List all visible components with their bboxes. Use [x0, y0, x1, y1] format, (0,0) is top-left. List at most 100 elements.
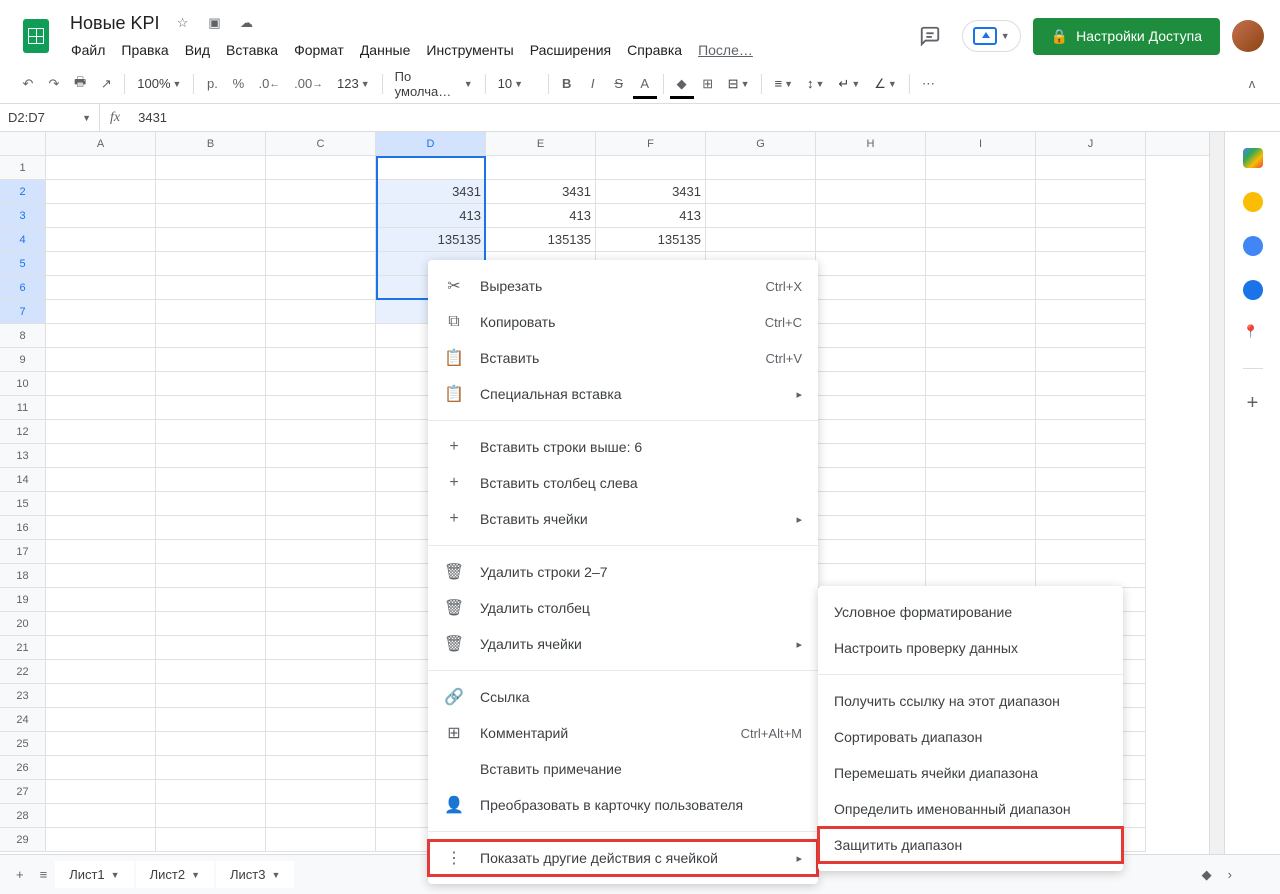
cell-J13[interactable] — [1036, 444, 1146, 468]
cell-C26[interactable] — [266, 756, 376, 780]
cell-C9[interactable] — [266, 348, 376, 372]
menu-инструменты[interactable]: Инструменты — [419, 38, 520, 62]
cell-C11[interactable] — [266, 396, 376, 420]
cell-A19[interactable] — [46, 588, 156, 612]
sheet-tab-3[interactable]: Лист3▼ — [216, 861, 294, 888]
cell-H17[interactable] — [816, 540, 926, 564]
cell-H2[interactable] — [816, 180, 926, 204]
vertical-scrollbar[interactable] — [1209, 132, 1224, 854]
cell-C7[interactable] — [266, 300, 376, 324]
submenu-item[interactable]: Условное форматирование — [818, 594, 1123, 630]
cell-H8[interactable] — [816, 324, 926, 348]
cell-B23[interactable] — [156, 684, 266, 708]
cell-B26[interactable] — [156, 756, 266, 780]
cell-B17[interactable] — [156, 540, 266, 564]
cell-A26[interactable] — [46, 756, 156, 780]
menu-вставка[interactable]: Вставка — [219, 38, 285, 62]
rotate-dropdown[interactable]: ∠▼ — [868, 72, 903, 96]
cell-A25[interactable] — [46, 732, 156, 756]
row-header-20[interactable]: 20 — [0, 612, 46, 636]
cell-J6[interactable] — [1036, 276, 1146, 300]
cell-J8[interactable] — [1036, 324, 1146, 348]
cell-C28[interactable] — [266, 804, 376, 828]
paint-format-button[interactable]: ↗ — [94, 71, 118, 97]
cell-C13[interactable] — [266, 444, 376, 468]
cell-B7[interactable] — [156, 300, 266, 324]
submenu-item[interactable]: Сортировать диапазон — [818, 719, 1123, 755]
cloud-icon[interactable]: ☁ — [238, 14, 256, 32]
cell-B1[interactable] — [156, 156, 266, 180]
print-button[interactable]: 🖶 — [68, 71, 92, 97]
cell-J9[interactable] — [1036, 348, 1146, 372]
cell-A23[interactable] — [46, 684, 156, 708]
cell-I10[interactable] — [926, 372, 1036, 396]
number-format-dropdown[interactable]: 123▼ — [331, 72, 376, 95]
menu-item[interactable]: ⋮Показать другие действия с ячейкой▸ — [428, 840, 818, 876]
cell-G1[interactable] — [706, 156, 816, 180]
menu-item[interactable]: +Вставить столбец слева — [428, 465, 818, 501]
cell-B29[interactable] — [156, 828, 266, 852]
col-header-C[interactable]: C — [266, 132, 376, 155]
cell-I18[interactable] — [926, 564, 1036, 588]
calendar-icon[interactable] — [1243, 148, 1263, 168]
cell-C3[interactable] — [266, 204, 376, 228]
cell-A13[interactable] — [46, 444, 156, 468]
col-header-J[interactable]: J — [1036, 132, 1146, 155]
cell-C6[interactable] — [266, 276, 376, 300]
cell-B13[interactable] — [156, 444, 266, 468]
cell-B18[interactable] — [156, 564, 266, 588]
menu-item[interactable]: ✂ВырезатьCtrl+X — [428, 268, 818, 304]
cell-B8[interactable] — [156, 324, 266, 348]
cell-C21[interactable] — [266, 636, 376, 660]
menu-item[interactable]: 🗑Удалить строки 2–7 — [428, 554, 818, 590]
row-header-17[interactable]: 17 — [0, 540, 46, 564]
borders-button[interactable]: ⊞ — [696, 71, 720, 97]
menu-расширения[interactable]: Расширения — [523, 38, 618, 62]
cell-J4[interactable] — [1036, 228, 1146, 252]
cell-B19[interactable] — [156, 588, 266, 612]
add-addon-icon[interactable]: + — [1243, 393, 1263, 413]
cell-D1[interactable] — [376, 156, 486, 180]
cell-E2[interactable]: 3431 — [486, 180, 596, 204]
cell-B24[interactable] — [156, 708, 266, 732]
menu-item[interactable]: 🗑Удалить ячейки▸ — [428, 626, 818, 662]
cell-A14[interactable] — [46, 468, 156, 492]
merge-dropdown[interactable]: ⊟▼ — [722, 72, 756, 96]
wrap-dropdown[interactable]: ↵▼ — [832, 72, 866, 96]
submenu-item[interactable]: Определить именованный диапазон — [818, 791, 1123, 827]
cell-C22[interactable] — [266, 660, 376, 684]
menu-item[interactable]: ⊞КомментарийCtrl+Alt+M — [428, 715, 818, 751]
cell-A24[interactable] — [46, 708, 156, 732]
col-header-F[interactable]: F — [596, 132, 706, 155]
row-header-12[interactable]: 12 — [0, 420, 46, 444]
percent-button[interactable]: % — [226, 71, 250, 97]
cell-J2[interactable] — [1036, 180, 1146, 204]
cell-J7[interactable] — [1036, 300, 1146, 324]
cell-B27[interactable] — [156, 780, 266, 804]
menu-item[interactable]: 🗑Удалить столбец — [428, 590, 818, 626]
row-header-10[interactable]: 10 — [0, 372, 46, 396]
menu-файл[interactable]: Файл — [64, 38, 112, 62]
zoom-dropdown[interactable]: 100%▼ — [131, 72, 187, 95]
cell-A16[interactable] — [46, 516, 156, 540]
cell-B12[interactable] — [156, 420, 266, 444]
increase-decimal-button[interactable]: .00→ — [288, 71, 329, 97]
last-edit[interactable]: После… — [691, 38, 760, 62]
cell-A9[interactable] — [46, 348, 156, 372]
cell-E1[interactable] — [486, 156, 596, 180]
row-header-9[interactable]: 9 — [0, 348, 46, 372]
cell-B16[interactable] — [156, 516, 266, 540]
cell-B20[interactable] — [156, 612, 266, 636]
cell-B28[interactable] — [156, 804, 266, 828]
user-avatar[interactable] — [1232, 20, 1264, 52]
cell-J18[interactable] — [1036, 564, 1146, 588]
cell-B21[interactable] — [156, 636, 266, 660]
cell-I2[interactable] — [926, 180, 1036, 204]
cell-B3[interactable] — [156, 204, 266, 228]
contacts-icon[interactable] — [1243, 280, 1263, 300]
cell-I3[interactable] — [926, 204, 1036, 228]
cell-A7[interactable] — [46, 300, 156, 324]
text-color-button[interactable]: A — [633, 71, 657, 97]
cell-C25[interactable] — [266, 732, 376, 756]
cell-I7[interactable] — [926, 300, 1036, 324]
